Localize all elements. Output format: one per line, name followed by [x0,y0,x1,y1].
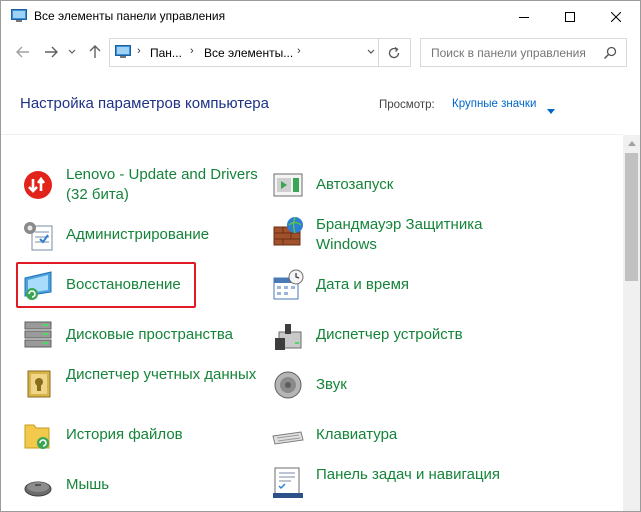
mouse-icon [21,468,55,502]
back-button[interactable] [13,42,33,62]
item-label: Брандмауэр Защитника Windows [316,216,483,253]
firewall-icon [271,215,305,249]
breadcrumb-item-all-items[interactable]: Все элементы... [204,46,293,60]
item-label: Панель задач и навигация [316,466,501,483]
close-button[interactable] [593,1,639,32]
item-label: Мышь [66,476,110,493]
address-dropdown-icon[interactable] [366,45,376,59]
navigation-bar: › Пан... › Все элементы... › [1,32,640,72]
item-label: Дисковые пространства [66,326,234,343]
control-panel-icon [11,9,27,22]
search-icon[interactable] [602,45,618,61]
maximize-button[interactable] [547,1,593,32]
keyboard-icon [271,418,305,452]
item-label: Звук [316,376,347,393]
control-panel-small-icon [115,45,131,58]
item-label: Lenovo - Update and Drivers (32 бита) [66,166,258,203]
item-label: Диспетчер учетных данных [66,366,257,383]
item-label: История файлов [66,426,183,443]
view-by-dropdown[interactable]: Крупные значки [452,98,536,110]
storage-spaces-icon [21,318,55,352]
control-panel-window: Все элементы панели управления › Пан... … [0,0,641,512]
address-bar[interactable]: › Пан... › Все элементы... › [109,38,411,67]
date-time-icon [271,268,305,302]
search-box[interactable] [420,38,627,67]
device-manager-icon [271,318,305,352]
highlight-annotation [16,262,196,308]
up-button[interactable] [85,42,105,62]
scroll-up-arrow-icon[interactable] [623,135,640,152]
sound-icon [271,368,305,402]
recent-locations-chevron-icon[interactable] [65,42,79,62]
forward-button[interactable] [41,42,61,62]
credential-manager-icon [21,365,55,399]
file-history-icon [21,418,55,452]
page-title: Настройка параметров компьютера [20,95,269,112]
breadcrumb-separator-icon[interactable]: › [137,45,141,57]
item-label: Администрирование [66,226,210,243]
lenovo-update-icon [21,165,55,199]
taskbar-icon [271,465,305,499]
item-label: Автозапуск [316,176,394,193]
title-bar[interactable]: Все элементы панели управления [1,1,640,32]
view-by-label: Просмотр: [379,99,435,111]
breadcrumb-separator-icon[interactable]: › [190,45,194,57]
chevron-down-icon[interactable] [547,102,555,114]
window-title: Все элементы панели управления [34,9,226,23]
item-label: Диспетчер устройств [316,326,463,343]
breadcrumb-separator-icon[interactable]: › [297,45,301,57]
minimize-button[interactable] [501,1,547,32]
scrollbar-thumb[interactable] [625,153,638,281]
breadcrumb-item-control-panel[interactable]: Пан... [150,46,182,60]
autoplay-icon [271,168,305,202]
refresh-icon[interactable] [382,43,406,62]
administration-icon [21,218,55,252]
item-label: Клавиатура [316,426,398,443]
item-label: Дата и время [316,276,410,293]
search-input[interactable] [431,45,599,61]
vertical-scrollbar[interactable] [623,135,640,511]
